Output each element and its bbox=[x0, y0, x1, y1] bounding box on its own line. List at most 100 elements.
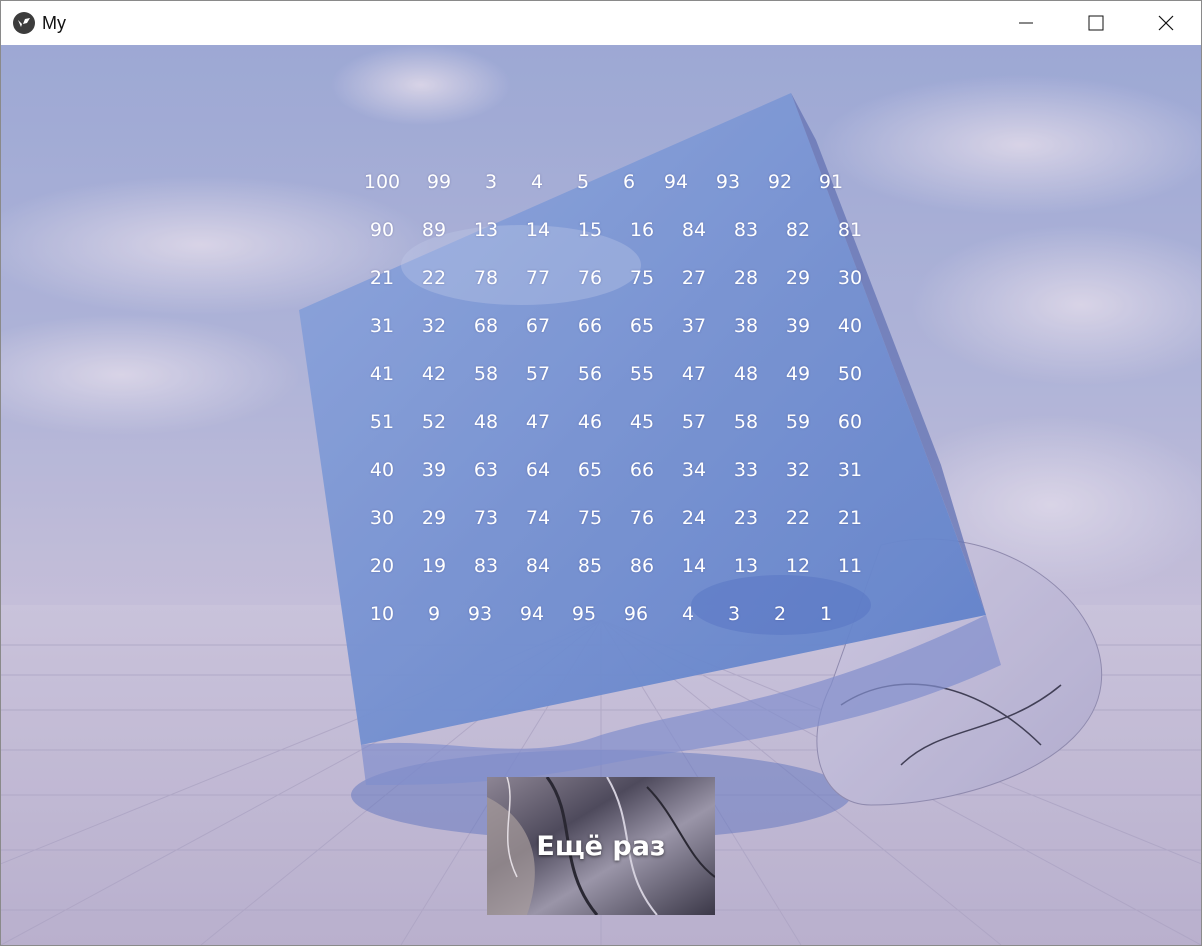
grid-cell: 38 bbox=[733, 315, 759, 337]
grid-cell: 55 bbox=[629, 363, 655, 385]
grid-cell: 3 bbox=[484, 171, 498, 193]
grid-cell: 65 bbox=[629, 315, 655, 337]
grid-cell: 89 bbox=[421, 219, 447, 241]
grid-cell: 28 bbox=[733, 267, 759, 289]
again-button[interactable]: Ещё раз bbox=[487, 777, 715, 915]
grid-cell: 96 bbox=[623, 603, 649, 625]
grid-cell: 94 bbox=[663, 171, 689, 193]
grid-cell: 47 bbox=[525, 411, 551, 433]
grid-cell: 21 bbox=[837, 507, 863, 529]
grid-cell: 48 bbox=[473, 411, 499, 433]
grid-cell: 73 bbox=[473, 507, 499, 529]
window-title: My bbox=[42, 13, 66, 33]
grid-cell: 66 bbox=[629, 459, 655, 481]
grid-cell: 33 bbox=[733, 459, 759, 481]
grid-cell: 81 bbox=[837, 219, 863, 241]
grid-cell: 78 bbox=[473, 267, 499, 289]
grid-cell: 93 bbox=[467, 603, 493, 625]
grid-cell: 48 bbox=[733, 363, 759, 385]
grid-cell: 66 bbox=[577, 315, 603, 337]
grid-cell: 23 bbox=[733, 507, 759, 529]
app-window: My 100 99 3 4 5 6 94 93 92 91 90 89 13 1… bbox=[0, 0, 1202, 946]
grid-cell: 92 bbox=[767, 171, 793, 193]
grid-cell: 14 bbox=[681, 555, 707, 577]
grid-cell: 58 bbox=[733, 411, 759, 433]
grid-cell: 19 bbox=[421, 555, 447, 577]
grid-cell: 32 bbox=[785, 459, 811, 481]
grid-cell: 46 bbox=[577, 411, 603, 433]
app-content: 100 99 3 4 5 6 94 93 92 91 90 89 13 14 15 16 84 83 82 81 21 2… bbox=[1, 45, 1201, 945]
grid-cell: 57 bbox=[681, 411, 707, 433]
grid-cell: 63 bbox=[473, 459, 499, 481]
grid-cell: 1 bbox=[819, 603, 833, 625]
grid-cell: 13 bbox=[733, 555, 759, 577]
grid-cell: 12 bbox=[785, 555, 811, 577]
grid-cell: 45 bbox=[629, 411, 655, 433]
grid-cell: 82 bbox=[785, 219, 811, 241]
grid-cell: 100 bbox=[363, 171, 401, 193]
kivy-logo-icon bbox=[13, 12, 35, 34]
grid-cell: 13 bbox=[473, 219, 499, 241]
grid-cell: 39 bbox=[421, 459, 447, 481]
close-icon bbox=[1158, 15, 1174, 31]
grid-cell: 75 bbox=[629, 267, 655, 289]
grid-cell: 60 bbox=[837, 411, 863, 433]
grid-cell: 15 bbox=[577, 219, 603, 241]
grid-cell: 16 bbox=[629, 219, 655, 241]
grid-cell: 59 bbox=[785, 411, 811, 433]
grid-cell: 95 bbox=[571, 603, 597, 625]
grid-cell: 50 bbox=[837, 363, 863, 385]
grid-cell: 30 bbox=[837, 267, 863, 289]
grid-cell: 76 bbox=[629, 507, 655, 529]
grid-cell: 31 bbox=[369, 315, 395, 337]
grid-cell: 34 bbox=[681, 459, 707, 481]
grid-cell: 24 bbox=[681, 507, 707, 529]
grid-cell: 40 bbox=[369, 459, 395, 481]
grid-cell: 99 bbox=[426, 171, 452, 193]
close-button[interactable] bbox=[1131, 1, 1201, 45]
grid-cell: 27 bbox=[681, 267, 707, 289]
grid-cell: 57 bbox=[525, 363, 551, 385]
grid-cell: 11 bbox=[837, 555, 863, 577]
grid-cell: 58 bbox=[473, 363, 499, 385]
grid-cell: 41 bbox=[369, 363, 395, 385]
grid-cell: 29 bbox=[421, 507, 447, 529]
grid-cell: 77 bbox=[525, 267, 551, 289]
minimize-icon bbox=[1019, 22, 1033, 24]
maximize-button[interactable] bbox=[1061, 1, 1131, 45]
grid-cell: 91 bbox=[818, 171, 844, 193]
grid-cell: 39 bbox=[785, 315, 811, 337]
grid-cell: 10 bbox=[369, 603, 395, 625]
grid-cell: 9 bbox=[427, 603, 441, 625]
grid-cell: 64 bbox=[525, 459, 551, 481]
grid-cell: 74 bbox=[525, 507, 551, 529]
grid-cell: 22 bbox=[421, 267, 447, 289]
grid-cell: 84 bbox=[525, 555, 551, 577]
grid-cell: 49 bbox=[785, 363, 811, 385]
title-bar[interactable]: My bbox=[1, 1, 1201, 45]
grid-cell: 40 bbox=[837, 315, 863, 337]
grid-cell: 56 bbox=[577, 363, 603, 385]
grid-cell: 75 bbox=[577, 507, 603, 529]
grid-cell: 22 bbox=[785, 507, 811, 529]
grid-cell: 47 bbox=[681, 363, 707, 385]
grid-cell: 51 bbox=[369, 411, 395, 433]
minimize-button[interactable] bbox=[991, 1, 1061, 45]
grid-cell: 86 bbox=[629, 555, 655, 577]
maximize-icon bbox=[1088, 15, 1104, 31]
grid-cell: 76 bbox=[577, 267, 603, 289]
grid-cell: 30 bbox=[369, 507, 395, 529]
grid-cell: 68 bbox=[473, 315, 499, 337]
grid-cell: 52 bbox=[421, 411, 447, 433]
grid-cell: 5 bbox=[576, 171, 590, 193]
grid-cell: 20 bbox=[369, 555, 395, 577]
grid-cell: 37 bbox=[681, 315, 707, 337]
grid-cell: 31 bbox=[837, 459, 863, 481]
grid-cell: 90 bbox=[369, 219, 395, 241]
grid-cell: 65 bbox=[577, 459, 603, 481]
grid-cell: 67 bbox=[525, 315, 551, 337]
grid-cell: 93 bbox=[715, 171, 741, 193]
grid-cell: 84 bbox=[681, 219, 707, 241]
grid-cell: 4 bbox=[681, 603, 695, 625]
grid-cell: 2 bbox=[773, 603, 787, 625]
